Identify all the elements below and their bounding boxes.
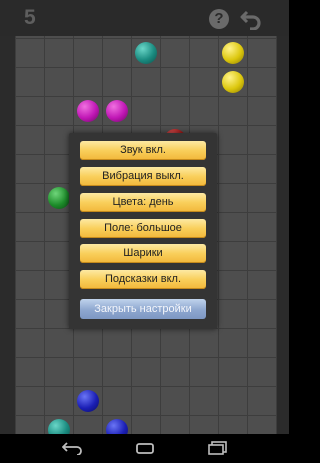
teal-ball[interactable] (134, 41, 157, 64)
yellow-ball[interactable] (221, 70, 244, 93)
top-bar: 5 ? (0, 0, 289, 36)
colors-theme-button[interactable]: Цвета: день (80, 193, 206, 212)
system-nav-bar (0, 434, 289, 463)
settings-dialog: Звук вкл. Вибрация выкл. Цвета: день Пол… (69, 133, 217, 329)
magenta-ball[interactable] (105, 99, 128, 122)
sound-toggle-button[interactable]: Звук вкл. (80, 141, 206, 160)
magenta-ball[interactable] (76, 99, 99, 122)
home-icon[interactable] (135, 441, 155, 455)
close-settings-button[interactable]: Закрыть настройки (80, 299, 206, 319)
board-size-button[interactable]: Поле: большое (80, 219, 206, 238)
vibration-toggle-button[interactable]: Вибрация выкл. (80, 167, 206, 186)
hints-toggle-button[interactable]: Подсказки вкл. (80, 270, 206, 289)
help-icon[interactable]: ? (209, 9, 229, 29)
yellow-ball[interactable] (221, 41, 244, 64)
blue-ball[interactable] (76, 389, 99, 412)
recent-apps-icon[interactable] (208, 441, 228, 455)
back-icon[interactable] (62, 441, 82, 455)
undo-icon[interactable] (240, 8, 262, 30)
score-counter: 5 (24, 6, 36, 29)
green-ball[interactable] (47, 186, 70, 209)
balls-style-button[interactable]: Шарики (80, 244, 206, 263)
